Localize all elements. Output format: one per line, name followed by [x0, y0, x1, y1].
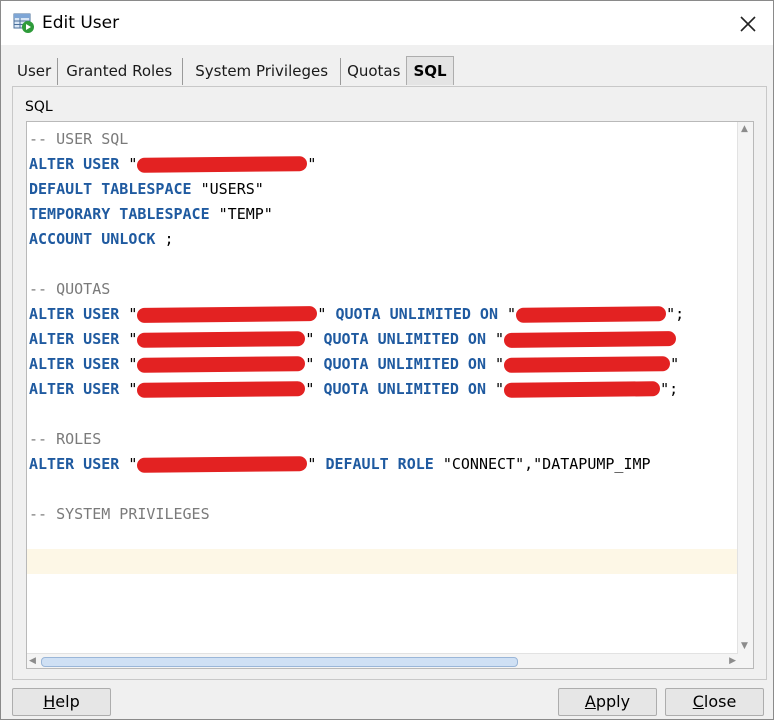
apply-button[interactable]: Apply [558, 688, 657, 716]
sql-text: " [317, 305, 336, 323]
sql-text: " [305, 330, 324, 348]
sql-keyword: QUOTA UNLIMITED ON [335, 305, 508, 323]
sql-text: " [495, 330, 505, 348]
sql-editor[interactable]: -- USER SQL ALTER USER " " DEFAULT TABLESPA… [26, 121, 754, 669]
code-line: ALTER USER " " QUOTA UNLIMITED ON " " [29, 352, 735, 377]
redaction-mark [137, 356, 306, 373]
sql-keyword: ACCOUNT UNLOCK [29, 230, 165, 248]
scrollbar-corner [738, 653, 753, 668]
horizontal-scroll-thumb[interactable] [41, 657, 518, 667]
redaction-mark [137, 331, 306, 348]
sql-panel: SQL -- USER SQL ALTER USER " " DEFAULT TABL… [12, 86, 767, 680]
code-line: ALTER USER " " QUOTA UNLIMITED ON " "; [29, 302, 735, 327]
tab-sql[interactable]: SQL [406, 56, 454, 85]
sql-text: "USERS" [200, 180, 264, 198]
code-line: -- USER SQL [29, 127, 735, 152]
code-line: ALTER USER " " [29, 152, 735, 177]
scroll-up-icon[interactable]: ▲ [741, 124, 748, 134]
code-line: -- QUOTAS [29, 277, 735, 302]
help-button[interactable]: Help [12, 688, 111, 716]
help-mnemonic: H [43, 692, 56, 711]
sql-text: " [305, 380, 324, 398]
sql-keyword: QUOTA UNLIMITED ON [323, 330, 496, 348]
sql-keyword: TEMPORARY TABLESPACE [29, 205, 219, 223]
sql-keyword: ALTER USER [29, 355, 129, 373]
redaction-mark [503, 356, 671, 373]
sql-text: "; [666, 305, 685, 323]
apply-mnemonic: A [584, 692, 596, 711]
sql-keyword: QUOTA UNLIMITED ON [323, 355, 496, 373]
sql-keyword: ALTER USER [29, 330, 129, 348]
title-bar: Edit User [1, 1, 773, 45]
sql-comment: -- USER SQL [29, 130, 129, 148]
sql-text: "CONNECT","DATAPUMP_IMP [442, 455, 651, 473]
sql-text: " [305, 355, 324, 373]
redaction-mark [515, 306, 667, 323]
vertical-scrollbar[interactable]: ▲ ▼ [737, 122, 753, 653]
sql-text: " [307, 455, 326, 473]
panel-label: SQL [25, 99, 53, 115]
sql-text: " [507, 305, 517, 323]
tab-bar: User Granted Roles System Privileges Quo… [11, 56, 454, 85]
sql-keyword: ALTER USER [29, 380, 129, 398]
scroll-left-icon[interactable]: ◀ [29, 656, 36, 666]
user-table-icon [13, 13, 34, 33]
close-mnemonic: C [692, 692, 704, 711]
redaction-mark [137, 306, 318, 323]
code-line: ALTER USER " " QUOTA UNLIMITED ON " "; [29, 377, 735, 402]
sql-text: "TEMP" [218, 205, 273, 223]
code-line: TEMPORARY TABLESPACE "TEMP" [29, 202, 735, 227]
scroll-right-icon[interactable]: ▶ [729, 656, 736, 666]
code-line: ACCOUNT UNLOCK ; [29, 227, 735, 252]
close-label: lose [703, 692, 737, 711]
code-line: -- SYSTEM PRIVILEGES [29, 502, 735, 527]
scroll-down-icon[interactable]: ▼ [741, 641, 748, 651]
sql-text: " [495, 355, 505, 373]
tab-user[interactable]: User [11, 58, 59, 85]
redaction-mark [503, 331, 677, 348]
redaction-mark [137, 456, 308, 473]
close-icon[interactable] [737, 13, 759, 35]
sql-keyword: QUOTA UNLIMITED ON [323, 380, 496, 398]
apply-label: pply [595, 692, 631, 711]
sql-keyword: DEFAULT TABLESPACE [29, 180, 201, 198]
sql-keyword: DEFAULT ROLE [325, 455, 443, 473]
help-label: elp [55, 692, 80, 711]
redaction-mark [137, 381, 306, 398]
sql-code[interactable]: -- USER SQL ALTER USER " " DEFAULT TABLESPA… [29, 127, 735, 577]
code-line: -- ROLES [29, 427, 735, 452]
tab-granted-roles[interactable]: Granted Roles [58, 58, 184, 85]
redaction-mark [503, 381, 661, 398]
sql-keyword: ALTER USER [29, 305, 129, 323]
sql-text: ; [164, 230, 174, 248]
sql-text: " [495, 380, 505, 398]
sql-keyword: ALTER USER [29, 155, 129, 173]
code-line: DEFAULT TABLESPACE "USERS" [29, 177, 735, 202]
redaction-mark [137, 156, 308, 173]
window-title: Edit User [42, 13, 120, 33]
horizontal-scrollbar[interactable]: ◀ ▶ [27, 653, 738, 668]
code-line: ALTER USER " " QUOTA UNLIMITED ON " [29, 327, 735, 352]
sql-comment: -- QUOTAS [29, 280, 111, 298]
sql-keyword: ALTER USER [29, 455, 129, 473]
sql-text: "; [660, 380, 679, 398]
sql-text: " [307, 155, 317, 173]
sql-text: " [670, 355, 680, 373]
code-line: ALTER USER " " DEFAULT ROLE "CONNECT","DA… [29, 452, 735, 477]
sql-comment: -- ROLES [29, 430, 102, 448]
sql-comment: -- SYSTEM PRIVILEGES [29, 505, 210, 523]
edit-user-dialog: Edit User User Granted Roles System Priv… [0, 0, 774, 720]
close-button[interactable]: Close [665, 688, 764, 716]
tab-system-privileges[interactable]: System Privileges [183, 58, 342, 85]
tab-quotas[interactable]: Quotas [341, 58, 406, 85]
